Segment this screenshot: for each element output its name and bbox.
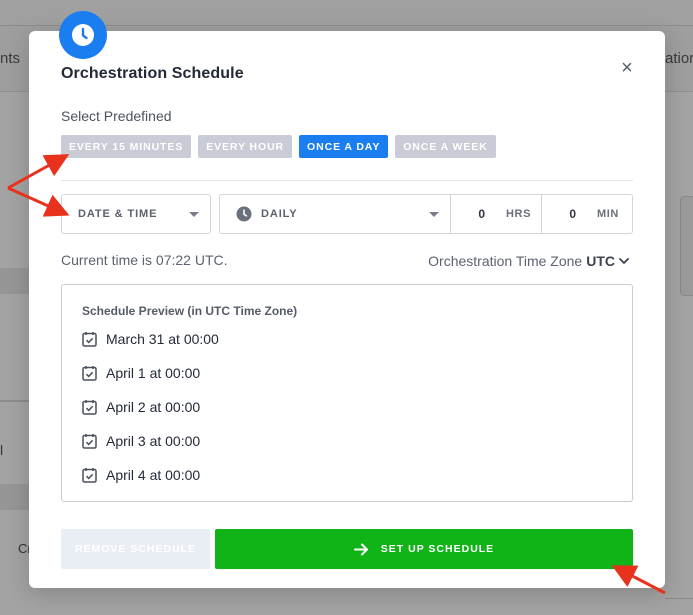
orchestration-schedule-modal: Orchestration Schedule × Select Predefin… bbox=[29, 11, 665, 588]
preview-date-text: April 2 at 00:00 bbox=[106, 399, 201, 415]
section-divider bbox=[61, 180, 633, 181]
preview-date-text: April 4 at 00:00 bbox=[106, 467, 201, 483]
timezone-value: UTC bbox=[586, 253, 615, 269]
preset-once-a-day-button[interactable]: ONCE A DAY bbox=[299, 135, 389, 158]
schedule-type-value: DATE & TIME bbox=[78, 208, 158, 220]
preview-list-item: April 4 at 00:00 bbox=[82, 465, 200, 485]
preset-once-a-week-button[interactable]: ONCE A WEEK bbox=[395, 135, 496, 158]
set-up-schedule-button[interactable]: SET UP SCHEDULE bbox=[215, 529, 633, 569]
schedule-type-dropdown[interactable]: DATE & TIME bbox=[61, 194, 211, 234]
calendar-check-icon bbox=[82, 365, 97, 381]
frequency-dropdown[interactable]: DAILY bbox=[219, 194, 451, 234]
preview-date-text: March 31 at 00:00 bbox=[106, 331, 219, 347]
chevron-down-icon bbox=[619, 257, 629, 265]
clock-icon bbox=[59, 11, 107, 59]
close-button[interactable]: × bbox=[617, 58, 637, 79]
preview-list-item: March 31 at 00:00 bbox=[82, 329, 219, 349]
background-divider bbox=[0, 400, 30, 402]
hours-value: 0 bbox=[478, 207, 485, 221]
background-tab-left: nts bbox=[0, 50, 21, 67]
background-text: l bbox=[0, 442, 4, 458]
frequency-value: DAILY bbox=[261, 208, 298, 220]
minutes-input[interactable]: 0 MIN bbox=[541, 194, 633, 234]
timezone-selector[interactable]: Orchestration Time Zone UTC bbox=[428, 253, 629, 269]
background-row-band bbox=[0, 484, 30, 510]
chevron-down-icon bbox=[189, 212, 199, 217]
minutes-unit-label: MIN bbox=[597, 208, 619, 220]
schedule-preview-panel: Schedule Preview (in UTC Time Zone) Marc… bbox=[61, 284, 633, 502]
calendar-check-icon bbox=[82, 331, 97, 347]
hours-unit-label: HRS bbox=[506, 208, 532, 220]
background-row-band bbox=[0, 268, 30, 294]
set-up-schedule-label: SET UP SCHEDULE bbox=[380, 543, 495, 555]
select-predefined-label: Select Predefined bbox=[61, 108, 172, 124]
preview-date-text: April 1 at 00:00 bbox=[106, 365, 201, 381]
preview-list-item: April 1 at 00:00 bbox=[82, 363, 200, 383]
preset-every-15-minutes-button[interactable]: EVERY 15 MINUTES bbox=[61, 135, 192, 158]
preset-every-hour-button[interactable]: EVERY HOUR bbox=[198, 135, 293, 158]
preset-button-group: EVERY 15 MINUTES EVERY HOUR ONCE A DAY O… bbox=[61, 135, 496, 158]
background-tab-right: ation bbox=[665, 50, 693, 67]
background-card bbox=[680, 196, 693, 296]
preview-list-item: April 2 at 00:00 bbox=[82, 397, 200, 417]
preview-date-text: April 3 at 00:00 bbox=[106, 433, 201, 449]
remove-schedule-button[interactable]: REMOVE SCHEDULE bbox=[61, 529, 210, 569]
timezone-label: Orchestration Time Zone bbox=[428, 253, 583, 269]
calendar-check-icon bbox=[82, 467, 97, 483]
calendar-check-icon bbox=[82, 433, 97, 449]
background-divider bbox=[665, 598, 693, 599]
calendar-check-icon bbox=[82, 399, 97, 415]
current-time-text: Current time is 07:22 UTC. bbox=[61, 252, 228, 268]
preview-list-item: April 3 at 00:00 bbox=[82, 431, 200, 451]
arrow-right-icon bbox=[353, 543, 369, 556]
hours-input[interactable]: 0 HRS bbox=[450, 194, 542, 234]
minutes-value: 0 bbox=[569, 207, 576, 221]
clock-icon bbox=[236, 206, 252, 222]
background-topbar bbox=[0, 0, 693, 26]
schedule-preview-title: Schedule Preview (in UTC Time Zone) bbox=[82, 304, 298, 318]
modal-title: Orchestration Schedule bbox=[61, 65, 244, 82]
chevron-down-icon bbox=[429, 212, 439, 217]
